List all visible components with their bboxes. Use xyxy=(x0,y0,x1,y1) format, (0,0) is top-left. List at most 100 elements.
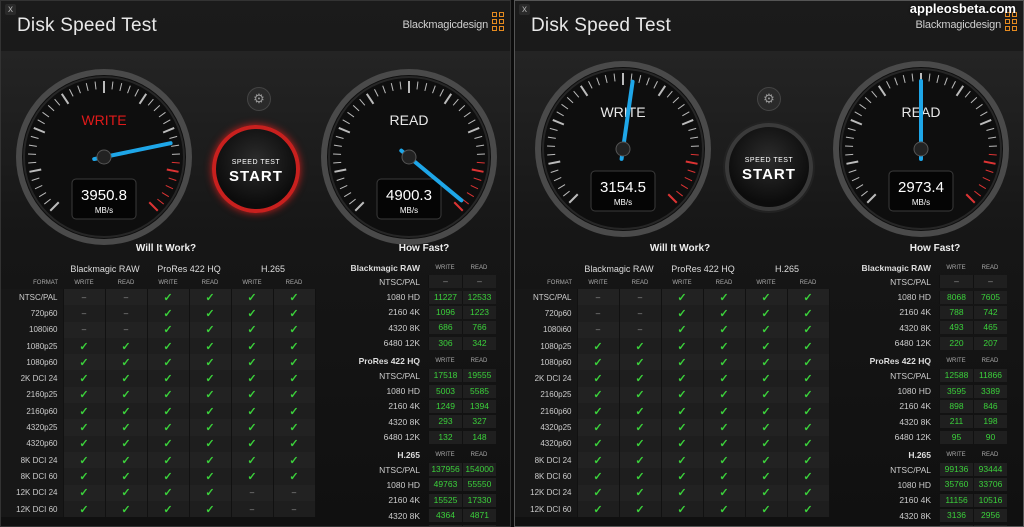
start-button[interactable]: SPEED TEST START xyxy=(212,125,300,213)
speed-write-value: 220 xyxy=(939,336,973,350)
speed-row-label: 4320 8K xyxy=(388,510,420,521)
compat-cell: ✓ xyxy=(744,484,788,501)
table-row: 8K DCI 24 ✓ ✓ ✓ ✓ ✓ ✓ xyxy=(1,451,316,469)
check-icon: ✓ xyxy=(719,324,729,337)
results-panel: Will It Work? How Fast? Blackmagic RAW ProR… xyxy=(1,239,510,526)
sub-label: READ xyxy=(715,279,733,286)
check-icon: ✓ xyxy=(593,438,603,451)
compat-cell: ✓ xyxy=(146,370,190,387)
table-row: 1080p25 ✓ ✓ ✓ ✓ ✓ ✓ xyxy=(1,337,316,355)
speed-row-label: NTSC/PAL xyxy=(890,370,931,381)
gauge-unit-write: MB/s xyxy=(614,198,632,207)
table-row: 2K DCI 24 ✓ ✓ ✓ ✓ ✓ ✓ xyxy=(515,370,830,387)
compat-cell: ✓ xyxy=(702,386,746,404)
check-icon: ✓ xyxy=(289,454,299,467)
speed-col-label: WRITE xyxy=(435,452,455,459)
compat-cell: ✓ xyxy=(62,419,106,436)
speed-row: 2160 4K 11156 10516 xyxy=(847,493,1007,508)
corner xyxy=(515,261,577,276)
speed-read-value: 93444 xyxy=(973,463,1007,477)
start-button[interactable]: SPEED TEST START xyxy=(725,123,813,211)
check-icon: ✓ xyxy=(677,389,687,402)
speed-row-label: 1080 HD xyxy=(897,386,931,397)
compat-cell: ✓ xyxy=(230,419,274,436)
check-icon: ✓ xyxy=(803,291,813,304)
speed-row: 2160 4K 1096 1223 xyxy=(336,305,496,320)
format-name: 1080p25 xyxy=(1,337,63,355)
speed-row: 4320 8K 686 766 xyxy=(336,320,496,335)
speed-read-value: 154000 xyxy=(462,463,496,477)
close-button[interactable]: x xyxy=(5,4,16,15)
table-row: 720p60 – – ✓ ✓ ✓ ✓ xyxy=(1,305,316,322)
gear-icon[interactable]: ⚙ xyxy=(247,87,271,111)
gear-icon[interactable]: ⚙ xyxy=(757,87,781,111)
sub-label: WRITE xyxy=(672,279,692,286)
app-title: Disk Speed Test xyxy=(531,15,671,36)
check-icon: ✓ xyxy=(677,324,687,337)
check-icon: ✓ xyxy=(761,438,771,451)
compat-cell: ✓ xyxy=(188,386,232,404)
gauge-value-read: 4900.3 xyxy=(386,187,432,204)
check-icon: ✓ xyxy=(803,503,813,516)
compat-cell: ✓ xyxy=(618,370,662,387)
speed-read-value: 7605 xyxy=(973,290,1007,304)
speed-row: 4320 8K 4364 4871 xyxy=(336,508,496,523)
format-name: 8K DCI 60 xyxy=(1,468,63,485)
close-button[interactable]: x xyxy=(519,4,530,15)
gauge-tick xyxy=(171,161,180,164)
gauge-read: READ 4900.3 MB/s xyxy=(319,67,499,247)
gauge-hub xyxy=(401,149,417,165)
check-icon: ✓ xyxy=(289,373,299,386)
speed-group-name: H.265 xyxy=(397,450,420,461)
gauge-tick xyxy=(476,161,485,164)
check-icon: ✓ xyxy=(79,454,89,467)
sub-label: WRITE xyxy=(74,279,94,286)
gauge-label-write: WRITE xyxy=(600,104,645,120)
speed-read-value: 2956 xyxy=(973,509,1007,523)
gauge-hub xyxy=(96,149,112,165)
compat-cell: ✓ xyxy=(744,419,788,436)
compat-cell: – xyxy=(576,321,620,338)
compat-cell: ✓ xyxy=(660,289,704,306)
table-row: NTSC/PAL – – ✓ ✓ ✓ ✓ xyxy=(1,289,316,306)
speed-row: NTSC/PAL 99136 93444 xyxy=(847,462,1007,477)
compat-cell: – xyxy=(272,500,316,518)
speed-group: ProRes 422 HQ WRITE READ NTSC/PAL 17518 19555… xyxy=(336,355,496,445)
brand-square xyxy=(499,12,504,17)
gauge-tick xyxy=(690,153,699,156)
check-icon: ✓ xyxy=(593,422,603,435)
table-row: 1080i60 – – ✓ ✓ ✓ ✓ xyxy=(515,321,830,338)
check-icon: ✓ xyxy=(205,356,215,369)
dash-icon: – xyxy=(595,292,601,302)
speed-group-header: ProRes 422 HQ WRITE READ xyxy=(847,355,1007,368)
check-icon: ✓ xyxy=(289,405,299,418)
check-icon: ✓ xyxy=(761,503,771,516)
compat-cell: ✓ xyxy=(104,500,148,518)
gauge-label-write: WRITE xyxy=(81,112,126,128)
speed-row-label: 2160 4K xyxy=(899,307,931,318)
compat-cell: – xyxy=(576,305,620,322)
gauge-value-write: 3950.8 xyxy=(81,187,127,204)
compat-cell: ✓ xyxy=(230,370,274,387)
speed-write-value: 11227 xyxy=(428,290,462,304)
check-icon: ✓ xyxy=(79,438,89,451)
compat-cell: ✓ xyxy=(786,419,830,436)
format-name: 8K DCI 24 xyxy=(515,451,577,469)
compat-cell: ✓ xyxy=(146,500,190,518)
speed-write-value: 1249 xyxy=(428,399,462,413)
table-row: 12K DCI 60 ✓ ✓ ✓ ✓ – – xyxy=(1,500,316,518)
compat-cell: – xyxy=(230,500,274,518)
check-icon: ✓ xyxy=(635,470,645,483)
check-icon: ✓ xyxy=(719,503,729,516)
check-icon: ✓ xyxy=(247,373,257,386)
compat-cell: ✓ xyxy=(104,419,148,436)
speed-read-value: 198 xyxy=(973,415,1007,429)
sub-label: READ xyxy=(117,279,135,286)
compat-table: Blackmagic RAW ProRes 422 HQ H.265 FORMAT WR… xyxy=(1,261,316,518)
compat-cell: ✓ xyxy=(744,289,788,306)
format-name: 4320p25 xyxy=(1,419,63,436)
speed-group: ProRes 422 HQ WRITE READ NTSC/PAL 12588 11866… xyxy=(847,355,1007,445)
gauge-value-write: 3154.5 xyxy=(600,179,646,196)
compat-cell: ✓ xyxy=(104,354,148,371)
speed-read-value: – xyxy=(462,275,496,289)
